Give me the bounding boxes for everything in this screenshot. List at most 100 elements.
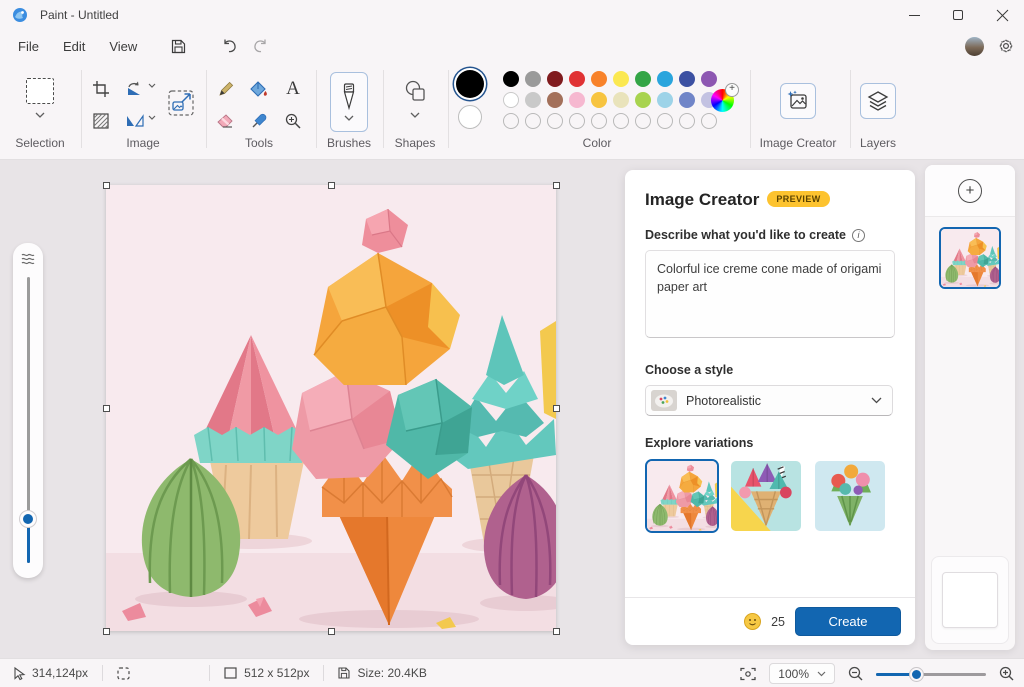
zoom-slider[interactable] [876,667,986,681]
color-swatch[interactable] [503,92,519,108]
selection-tool-button[interactable] [26,78,54,104]
prompt-textarea[interactable]: Colorful ice creme cone made of origami … [645,250,895,338]
color1-swatch[interactable] [456,70,484,98]
pencil-tool-button[interactable] [212,76,238,102]
color-swatch[interactable] [569,92,585,108]
color-swatch[interactable] [547,71,563,87]
brushes-button[interactable] [330,72,368,132]
color-swatch[interactable] [525,92,541,108]
text-tool-button[interactable]: A [280,76,306,102]
settings-gear-icon[interactable] [998,38,1014,54]
color-swatch[interactable] [635,71,651,87]
selection-dropdown-chevron-icon[interactable] [35,112,45,118]
layers-button[interactable] [860,83,896,119]
menu-view[interactable]: View [97,34,149,59]
resize-image-button[interactable] [166,88,196,118]
style-thumbnail [651,390,677,411]
selection-handle-ne[interactable] [553,182,560,189]
selection-handle-nw[interactable] [103,182,110,189]
color-swatch[interactable] [547,92,563,108]
zoom-level-dropdown[interactable]: 100% [769,663,835,684]
minimize-button[interactable] [892,0,936,30]
magnifier-tool-button[interactable] [280,108,306,134]
color-swatch[interactable] [657,92,673,108]
shapes-button[interactable] [402,78,428,104]
file-size-icon [338,667,350,679]
info-icon[interactable]: i [852,229,865,242]
flip-dropdown-chevron-icon[interactable] [148,115,156,120]
menu-file[interactable]: File [6,34,51,59]
prompt-label: Describe what you'd like to create [645,228,846,242]
color2-swatch[interactable] [458,105,482,129]
layer-thumbnail-1[interactable] [939,227,1001,289]
color-swatch-empty[interactable] [679,113,695,129]
flip-button[interactable] [122,108,148,134]
eyedropper-tool-button[interactable] [246,108,272,134]
color-swatch[interactable] [701,71,717,87]
variation-thumbnail-3[interactable] [813,459,887,533]
color-swatch-empty[interactable] [635,113,651,129]
color-swatch[interactable] [503,71,519,87]
color-swatch[interactable] [679,71,695,87]
color-swatch[interactable] [613,92,629,108]
add-layer-button[interactable]: + [958,179,982,203]
cursor-position-readout: 314,124px [0,659,102,687]
color-swatch[interactable] [679,92,695,108]
layers-sidebar-header: + [925,165,1015,217]
image-creator-button[interactable] [780,83,816,119]
selection-handle-e[interactable] [553,405,560,412]
color-swatch-empty[interactable] [569,113,585,129]
selection-handle-s[interactable] [328,628,335,635]
flip-icon [126,114,144,128]
save-button[interactable] [163,34,193,58]
selection-handle-se[interactable] [553,628,560,635]
slider-grip-icon[interactable] [21,252,35,264]
drawing-canvas[interactable] [106,185,556,631]
zoom-out-button[interactable] [848,666,863,681]
layers-sidebar: + [925,165,1015,650]
color-swatch[interactable] [591,92,607,108]
color-swatch-empty[interactable] [613,113,629,129]
fill-tool-button[interactable] [246,76,272,102]
selection-handle-w[interactable] [103,405,110,412]
zoom-in-button[interactable] [999,666,1014,681]
selection-handle-n[interactable] [328,182,335,189]
color-swatch[interactable] [635,92,651,108]
rotate-dropdown-chevron-icon[interactable] [148,83,156,88]
color-swatch-empty[interactable] [503,113,519,129]
paint-window: Paint - Untitled File Edit View [0,0,1024,687]
brushes-dropdown-chevron-icon [344,115,354,121]
variation-thumbnail-1[interactable] [645,459,719,533]
maximize-button[interactable] [936,0,980,30]
color-swatch[interactable] [591,71,607,87]
account-avatar[interactable] [965,37,984,56]
background-layer-thumbnail[interactable] [942,572,998,628]
resize-skew-button[interactable] [88,108,114,134]
color-swatch-empty[interactable] [547,113,563,129]
zoom-slider-thumb[interactable] [910,668,923,681]
close-button[interactable] [980,0,1024,30]
color-swatch[interactable] [525,71,541,87]
fit-to-screen-button[interactable] [740,667,756,681]
color-swatch-empty[interactable] [591,113,607,129]
color-swatch[interactable] [613,71,629,87]
menu-edit[interactable]: Edit [51,34,97,59]
redo-button[interactable] [245,34,275,58]
undo-button[interactable] [215,34,245,58]
edit-colors-button[interactable] [711,89,734,112]
create-button[interactable]: Create [795,607,901,636]
color-swatch-empty[interactable] [657,113,673,129]
thickness-slider-thumb[interactable] [20,511,36,527]
variation-thumbnail-2[interactable] [729,459,803,533]
color-swatch[interactable] [657,71,673,87]
color-swatch-empty[interactable] [701,113,717,129]
crop-button[interactable] [88,76,114,102]
selection-size-readout [103,659,209,687]
color-swatch-empty[interactable] [525,113,541,129]
selection-handle-sw[interactable] [103,628,110,635]
shapes-dropdown-chevron-icon[interactable] [410,112,420,118]
style-dropdown[interactable]: Photorealistic [645,385,893,416]
color-swatch[interactable] [569,71,585,87]
eraser-tool-button[interactable] [212,108,238,134]
rotate-button[interactable] [122,76,148,102]
